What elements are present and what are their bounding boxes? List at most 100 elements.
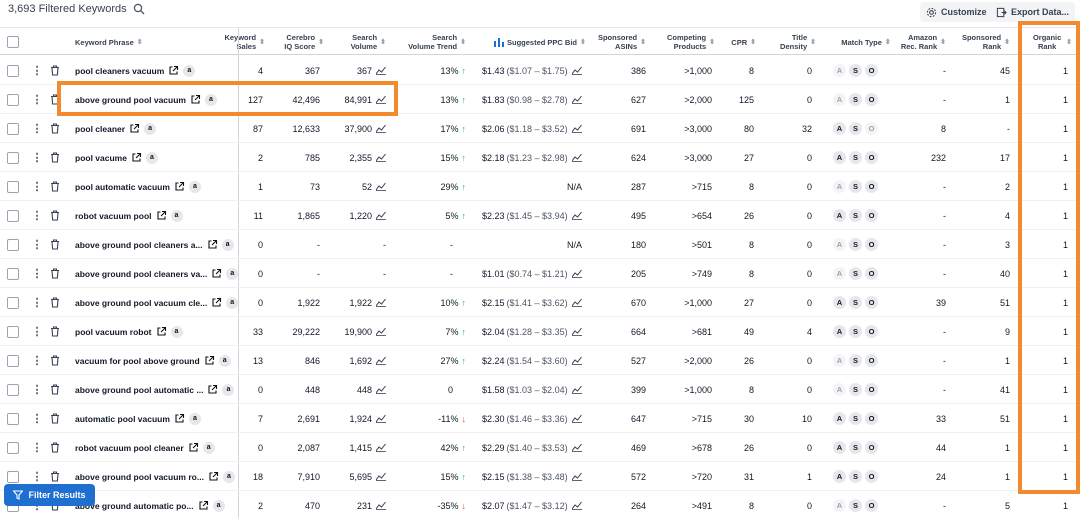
table-row[interactable]: ⋮ above ground pool cleaners va... a 0 - - - $1… (0, 259, 1080, 288)
sparkline-icon[interactable] (571, 298, 582, 307)
filter-results-button[interactable]: Filter Results (4, 484, 95, 506)
match-type-a-badge[interactable]: A (833, 64, 846, 77)
row-checkbox[interactable] (7, 56, 19, 85)
trash-icon[interactable] (50, 181, 60, 192)
external-link-icon[interactable] (131, 152, 142, 163)
more-options-icon[interactable]: ⋮ (32, 56, 43, 85)
keyword-phrase[interactable]: automatic pool vacuum a (75, 404, 235, 433)
match-type-s-badge[interactable]: S (849, 64, 862, 77)
match-type-o-badge[interactable]: O (865, 441, 878, 454)
delete-keyword-button[interactable] (50, 433, 62, 462)
more-options-icon[interactable]: ⋮ (32, 143, 43, 172)
match-type-o-badge[interactable]: O (865, 238, 878, 251)
trash-icon[interactable] (50, 152, 60, 163)
keyword-phrase[interactable]: above ground pool cleaners a... a (75, 230, 235, 259)
more-options-icon[interactable]: ⋮ (32, 404, 43, 433)
delete-keyword-button[interactable] (50, 259, 62, 288)
row-checkbox[interactable] (7, 404, 19, 433)
row-checkbox[interactable] (7, 288, 19, 317)
table-row[interactable]: ⋮ above ground pool cleaners a... a 0 - - - N/A… (0, 230, 1080, 259)
match-type-a-badge[interactable]: A (833, 325, 846, 338)
match-type-a-badge[interactable]: A (833, 354, 846, 367)
col-ppc-bid[interactable]: Suggested PPC Bid ⬍ (494, 28, 606, 56)
col-sv-trend[interactable]: Search Volume Trend ⬍ (400, 28, 466, 56)
match-type-s-badge[interactable]: S (849, 180, 862, 193)
sparkline-icon[interactable] (376, 356, 386, 365)
keyword-phrase[interactable]: robot vacuum pool a (75, 201, 235, 230)
amazon-icon[interactable]: a (170, 325, 183, 338)
amazon-icon[interactable]: a (144, 122, 157, 135)
match-type-a-badge[interactable]: A (833, 151, 846, 164)
amazon-icon[interactable]: a (188, 412, 201, 425)
match-type-o-badge[interactable]: O (865, 296, 878, 309)
sparkline-icon[interactable] (376, 414, 386, 423)
search-icon[interactable] (133, 3, 145, 15)
delete-keyword-button[interactable] (50, 346, 62, 375)
col-competing-products[interactable]: Competing Products ⬍ (660, 28, 715, 56)
more-options-icon[interactable]: ⋮ (32, 230, 43, 259)
col-word-sales[interactable]: Keyword Sales ⬍ (215, 28, 265, 56)
keyword-phrase[interactable]: robot vacuum pool cleaner a (75, 433, 235, 462)
match-type-s-badge[interactable]: S (849, 296, 862, 309)
delete-keyword-button[interactable] (50, 404, 62, 433)
more-options-icon[interactable]: ⋮ (32, 288, 43, 317)
table-row[interactable]: ⋮ pool vacuum robot a 33 29,222 19,900 7% ↑ $2.0… (0, 317, 1080, 346)
sparkline-icon[interactable] (571, 327, 582, 336)
sparkline-icon[interactable] (376, 443, 386, 452)
external-link-icon[interactable] (156, 210, 167, 221)
col-title-density[interactable]: Title Density ⬍ (770, 28, 816, 56)
export-data-button[interactable]: Export Data... (990, 2, 1076, 22)
delete-keyword-button[interactable] (50, 375, 62, 404)
sparkline-icon[interactable] (571, 414, 582, 423)
keyword-phrase[interactable]: vacuum for pool above ground a (75, 346, 235, 375)
trash-icon[interactable] (50, 442, 60, 453)
match-type-o-badge[interactable]: O (865, 383, 878, 396)
match-type-a-badge[interactable]: A (833, 209, 846, 222)
match-type-o-badge[interactable]: O (865, 267, 878, 280)
more-options-icon[interactable]: ⋮ (32, 172, 43, 201)
keyword-text[interactable]: pool vacume (75, 153, 127, 163)
keyword-text[interactable]: robot vacuum pool (75, 211, 152, 221)
col-search-volume[interactable]: Search Volume ⬍ (340, 28, 386, 56)
sparkline-icon[interactable] (571, 211, 582, 220)
amazon-icon[interactable]: a (183, 64, 196, 77)
more-options-icon[interactable]: ⋮ (32, 259, 43, 288)
row-checkbox[interactable] (7, 114, 19, 143)
sparkline-icon[interactable] (571, 153, 582, 162)
amazon-icon[interactable]: a (202, 441, 215, 454)
match-type-s-badge[interactable]: S (849, 499, 862, 512)
trash-icon[interactable] (50, 297, 60, 308)
row-checkbox[interactable] (7, 346, 19, 375)
row-checkbox[interactable] (7, 143, 19, 172)
trash-icon[interactable] (50, 326, 60, 337)
amazon-icon[interactable]: a (170, 209, 183, 222)
match-type-s-badge[interactable]: S (849, 325, 862, 338)
sparkline-icon[interactable] (571, 472, 582, 481)
sparkline-icon[interactable] (376, 385, 386, 394)
match-type-o-badge[interactable]: O (865, 180, 878, 193)
match-type-o-badge[interactable]: O (865, 470, 878, 483)
col-sponsored-rank[interactable]: Sponsored Rank ⬍ (960, 28, 1010, 56)
external-link-icon[interactable] (174, 413, 185, 424)
keyword-phrase[interactable]: pool vacuum robot a (75, 317, 235, 346)
sparkline-icon[interactable] (571, 385, 582, 394)
match-type-a-badge[interactable]: A (833, 180, 846, 193)
sparkline-icon[interactable] (571, 501, 582, 510)
delete-keyword-button[interactable] (50, 114, 62, 143)
match-type-s-badge[interactable]: S (849, 238, 862, 251)
external-link-icon[interactable] (188, 442, 199, 453)
match-type-s-badge[interactable]: S (849, 441, 862, 454)
match-type-o-badge[interactable]: O (865, 64, 878, 77)
more-options-icon[interactable]: ⋮ (32, 201, 43, 230)
keyword-phrase[interactable]: above ground automatic po... a (75, 491, 235, 518)
keyword-phrase[interactable]: above ground pool vacuum cle... a (75, 288, 239, 317)
match-type-a-badge[interactable]: A (833, 470, 846, 483)
delete-keyword-button[interactable] (50, 288, 62, 317)
row-checkbox[interactable] (7, 201, 19, 230)
row-checkbox[interactable] (7, 172, 19, 201)
row-checkbox[interactable] (7, 317, 19, 346)
match-type-o-badge[interactable]: O (865, 93, 878, 106)
match-type-s-badge[interactable]: S (849, 93, 862, 106)
match-type-a-badge[interactable]: A (833, 267, 846, 280)
col-match-type[interactable]: Match Type ⬍ (836, 28, 896, 56)
